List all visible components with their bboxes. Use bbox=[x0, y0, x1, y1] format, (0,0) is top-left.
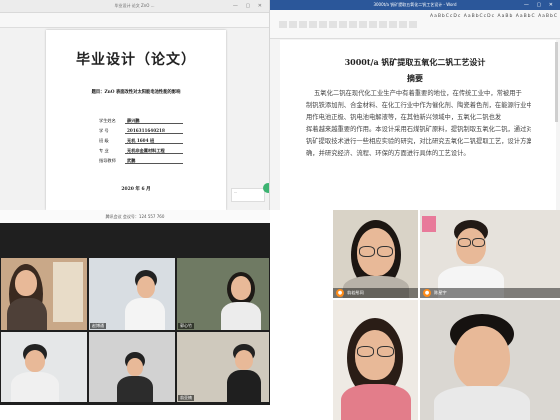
abstract-line: 确，并研究经济、流程、环保的方面进行具体的工艺设计。 bbox=[306, 150, 470, 157]
meeting-header: 腾讯会议 会议号：124 557 760 bbox=[0, 210, 270, 223]
thesis-title: 毕业设计（论文） bbox=[76, 52, 196, 68]
window-controls[interactable]: — ▢ ✕ bbox=[233, 0, 265, 12]
doc2-titlebar: 3000t/a 钒矿提取五氧化二钒工艺设计 - Word — ▢ ✕ bbox=[270, 0, 560, 10]
abstract-line: 钒矿提取技术进行一些相应实验的研究，对比研究五氧化二钒提取工艺，设计方案 bbox=[306, 138, 531, 145]
microphone-icon: ● bbox=[336, 289, 344, 297]
info-row: 专 业 无机非金属材料工程 bbox=[99, 145, 209, 155]
abstract-title: 摘要 bbox=[407, 73, 423, 83]
design-document-window: 3000t/a 钒矿提取五氧化二钒工艺设计 - Word — ▢ ✕ AaBbC… bbox=[270, 0, 560, 210]
student-info: 学生姓名 薛兴鹏 学 号 2016311640218 班 级 无机 1604 班 专 … bbox=[99, 115, 209, 165]
video-call-window: ● 翁若彤同 ● 陈星宇 bbox=[333, 210, 560, 420]
abstract-line: 挥着越来越重要的作用。本设计采用石煤钒矿原料，提钒制取五氧化二钒，通过对 bbox=[306, 126, 531, 133]
abstract-line: 制钒铁添加剂、合金材料、在化工行业中作为催化剂、陶瓷着色剂，在能源行业中，被 bbox=[306, 102, 531, 109]
thesis-date: 2020 年 6 月 bbox=[121, 187, 151, 192]
meeting-toolbar[interactable] bbox=[0, 405, 270, 420]
participant-name: 翁亚楠 bbox=[178, 395, 194, 401]
call-participant-name: 陈星宇 bbox=[434, 290, 447, 295]
info-value: 武鹏 bbox=[125, 158, 183, 164]
subject-text: ZnO 表面改性对太阳能电池性能的影响 bbox=[104, 90, 181, 95]
call-tile[interactable] bbox=[333, 300, 418, 420]
call-tile[interactable]: ● 翁若彤同 bbox=[333, 210, 418, 298]
info-label: 指导教师 bbox=[99, 158, 116, 163]
info-label: 班 级 bbox=[99, 138, 109, 143]
info-row: 班 级 无机 1604 班 bbox=[99, 135, 209, 145]
window-controls[interactable]: — ▢ ✕ bbox=[524, 0, 556, 10]
participant-tile[interactable] bbox=[1, 258, 87, 330]
info-value: 无机非金属材料工程 bbox=[125, 148, 183, 154]
info-value: 2016311640218 bbox=[125, 128, 183, 134]
meeting-window: 腾讯会议 会议号：124 557 760 赵博通 郭心竹 翁亚楠 bbox=[0, 210, 270, 420]
doc2-ribbon[interactable]: AaBbCcDc AaBbCcDc AaBb AaBbC AaBbC bbox=[270, 10, 560, 39]
participant-tile[interactable] bbox=[1, 332, 87, 402]
info-label: 专 业 bbox=[99, 148, 109, 153]
doc1-toolbar[interactable] bbox=[0, 13, 269, 28]
style-gallery[interactable]: AaBbCcDc AaBbCcDc AaBb AaBbC AaBbC bbox=[430, 14, 558, 19]
abstract-line: 五氧化二钒在现代化工业生产中有着重要的地位，在传统工业中，常被用于 bbox=[314, 90, 522, 97]
participant-tile[interactable]: 郭心竹 bbox=[177, 258, 269, 330]
doc1-window-title: 毕业设计 论文 ZnO ... bbox=[114, 3, 155, 8]
abstract-line: 用作电池正极、钒电池电解液等，在其他新兴领域中，五氧化二钒也发 bbox=[306, 114, 502, 121]
thesis-document-window: 毕业设计 论文 ZnO ... — ▢ ✕ 毕业设计（论文） 题目：ZnO 表面… bbox=[0, 0, 270, 210]
scrollbar[interactable] bbox=[555, 42, 558, 122]
participant-name: 郭心竹 bbox=[178, 323, 194, 329]
participant-tile[interactable] bbox=[89, 332, 175, 402]
call-tile[interactable]: ● 陈星宇 bbox=[420, 210, 560, 298]
chat-popup[interactable]: ... bbox=[231, 188, 265, 202]
info-row: 指导教师 武鹏 bbox=[99, 155, 209, 165]
participant-tile[interactable]: 赵博通 bbox=[89, 258, 175, 330]
subject-label: 题目： bbox=[91, 90, 105, 95]
info-row: 学 号 2016311640218 bbox=[99, 125, 209, 135]
info-value: 无机 1604 班 bbox=[125, 138, 183, 144]
microphone-icon: ● bbox=[423, 289, 431, 297]
participant-tile[interactable]: 翁亚楠 bbox=[177, 332, 269, 402]
call-participant-name: 翁若彤同 bbox=[347, 290, 364, 295]
thesis-cover-page: 毕业设计（论文） 题目：ZnO 表面改性对太阳能电池性能的影响 学生姓名 薛兴鹏 … bbox=[46, 30, 226, 210]
participant-name: 赵博通 bbox=[90, 323, 106, 329]
call-tile[interactable] bbox=[420, 300, 560, 420]
thesis-subject: 题目：ZnO 表面改性对太阳能电池性能的影响 bbox=[46, 89, 226, 95]
doc1-titlebar: 毕业设计 论文 ZnO ... — ▢ ✕ bbox=[0, 0, 269, 13]
chat-bubble-icon[interactable] bbox=[263, 183, 269, 193]
design-heading: 3000t/a 钒矿提取五氧化二钒工艺设计 bbox=[344, 57, 486, 67]
info-row: 学生姓名 薛兴鹏 bbox=[99, 115, 209, 125]
info-value: 薛兴鹏 bbox=[125, 118, 183, 124]
info-label: 学生姓名 bbox=[99, 118, 116, 123]
doc2-window-title: 3000t/a 钒矿提取五氧化二钒工艺设计 - Word bbox=[373, 2, 457, 7]
formatting-tools[interactable] bbox=[278, 14, 418, 32]
info-label: 学 号 bbox=[99, 128, 109, 133]
